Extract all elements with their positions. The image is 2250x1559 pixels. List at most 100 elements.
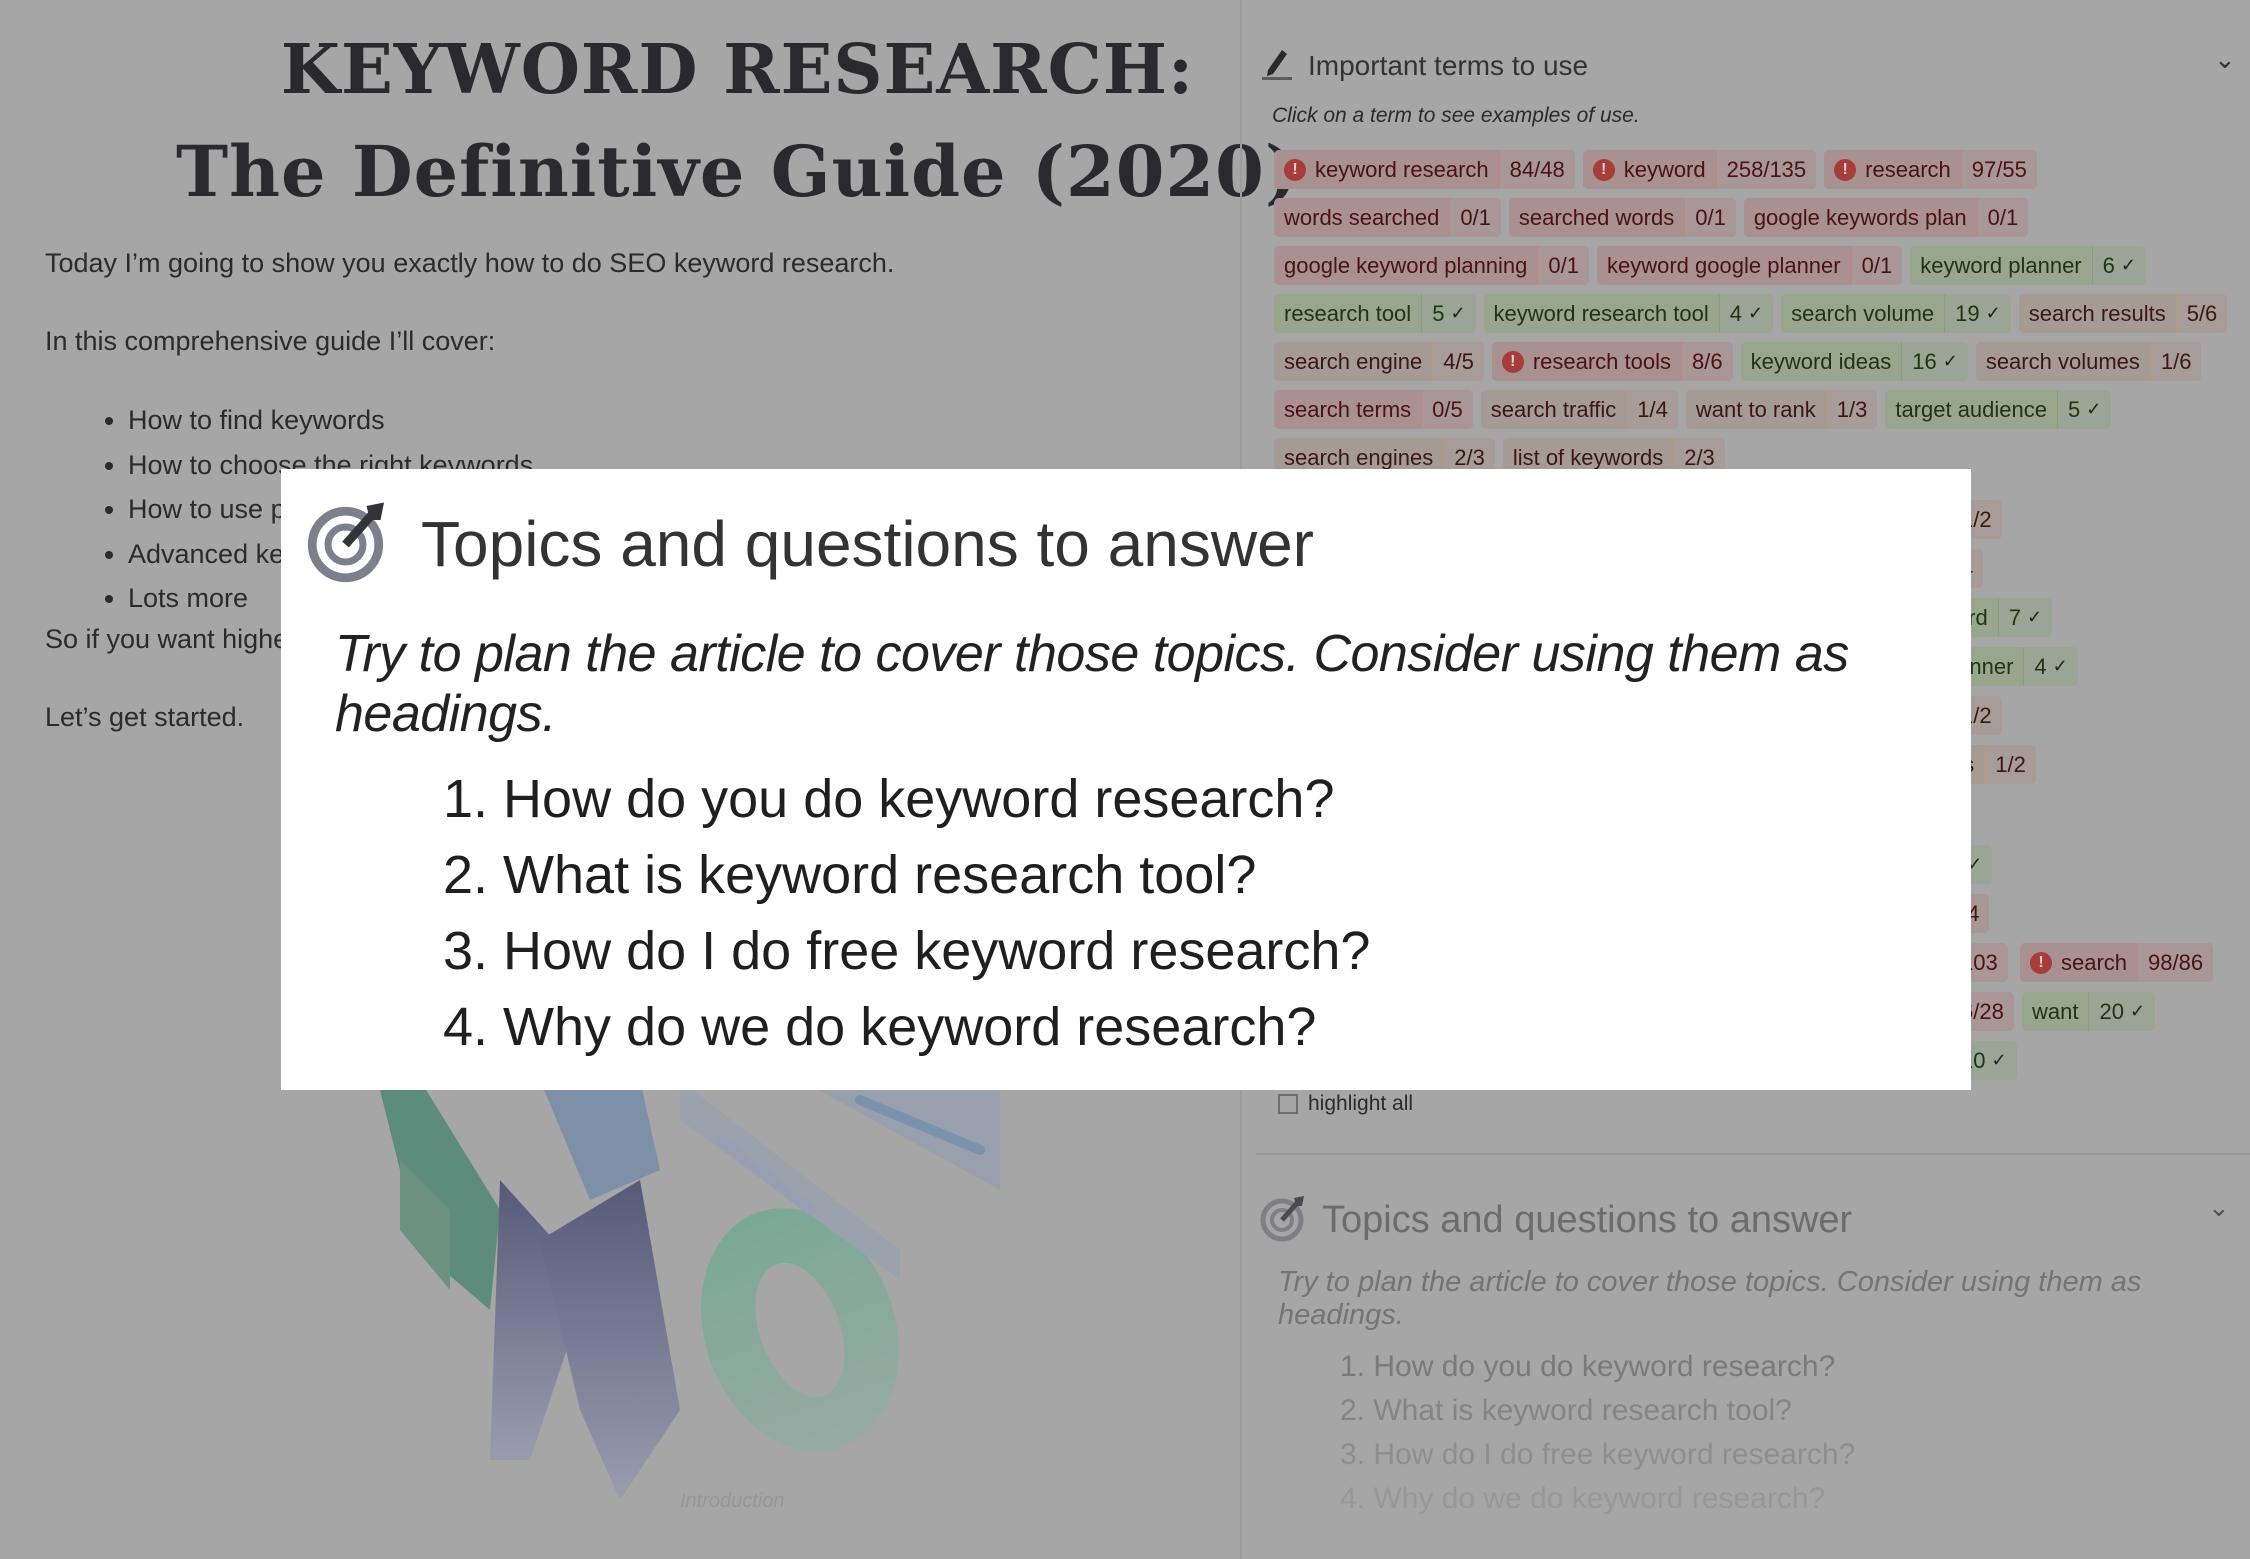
topics-section-header[interactable]: Topics and questions to answer — [1260, 1194, 1852, 1247]
chip-term-label: search traffic — [1490, 396, 1617, 422]
question-item[interactable]: 2. What is keyword research tool? — [1340, 1389, 1855, 1433]
popup-question-list: 1. How do you do keyword research? 2. Wh… — [443, 761, 1370, 1065]
chip-count: 0/5 — [1421, 390, 1473, 429]
chip-term: search volume — [1781, 294, 1944, 333]
term-chip[interactable]: ! keyword 258/135 — [1582, 150, 1817, 189]
chip-term: google keywords plan — [1744, 198, 1977, 237]
chip-term-label: google keyword planning — [1284, 252, 1528, 278]
chip-term-label: search results — [2028, 300, 2166, 326]
popup-subtitle: Try to plan the article to cover those t… — [335, 625, 1849, 743]
image-caption: Introduction — [680, 1490, 785, 1512]
term-chip[interactable]: keyword google planner 0/1 — [1597, 246, 1903, 285]
question-item[interactable]: 1. How do you do keyword research? — [1340, 1345, 1855, 1389]
chip-count-label: 16 — [1912, 348, 1937, 374]
chip-count-label: 5/6 — [2186, 300, 2218, 326]
chip-term: search engine — [1274, 342, 1432, 381]
chevron-down-icon[interactable]: ⌄ — [2208, 1192, 2230, 1223]
chip-count: 0/1 — [1537, 246, 1589, 285]
term-chip[interactable]: words searched 0/1 — [1274, 198, 1501, 237]
chip-count-label: 1/3 — [1836, 396, 1868, 422]
chip-count-label: 2/3 — [1684, 444, 1715, 470]
checkbox-icon[interactable] — [1278, 1094, 1298, 1114]
term-chip[interactable]: search volume 19 ✓ — [1781, 294, 2011, 333]
term-chip[interactable]: google keywords plan 0/1 — [1743, 198, 2029, 237]
term-chip[interactable]: ! search 98/86 — [2020, 943, 2214, 982]
chip-term: searched words — [1509, 198, 1684, 237]
highlight-all-checkbox[interactable]: highlight all — [1278, 1092, 1413, 1116]
question-item[interactable]: 2. What is keyword research tool? — [443, 837, 1370, 913]
target-icon — [307, 499, 391, 588]
chip-count-label: 0/1 — [1861, 252, 1893, 278]
term-chip[interactable]: search results 5/6 — [2018, 294, 2228, 333]
chip-term: keyword google planner — [1597, 246, 1851, 285]
term-chip[interactable]: search volumes 1/6 — [1975, 342, 2202, 381]
chip-count: 4 ✓ — [2023, 647, 2078, 686]
check-icon: ✓ — [2129, 1001, 2146, 1021]
term-chip[interactable]: search terms 0/5 — [1274, 390, 1473, 429]
chip-count: 0/1 — [1976, 198, 2029, 237]
terms-chip-list: ! keyword research 84/48! keyword 258/135 ! re… — [1274, 150, 2234, 477]
chip-term-label: research — [1865, 156, 1951, 182]
chip-term-label: keyword — [1623, 156, 1706, 182]
check-icon: ✓ — [1942, 351, 1958, 371]
chip-term: words searched — [1274, 198, 1449, 237]
term-chip[interactable]: research tool 5 ✓ — [1274, 294, 1476, 333]
article-closing: Let’s get started. — [45, 702, 245, 732]
term-chip[interactable]: ! keyword research 84/48 — [1274, 150, 1575, 189]
chip-term: search traffic — [1481, 390, 1627, 429]
highlight-all-label: highlight all — [1308, 1092, 1414, 1115]
chip-term-label: keyword google planner — [1607, 252, 1841, 278]
chip-count: 19 ✓ — [1944, 294, 2011, 333]
term-chip[interactable]: searched words 0/1 — [1508, 198, 1736, 237]
term-chip[interactable]: search traffic 1/4 — [1480, 390, 1678, 429]
chip-term: want — [2022, 992, 2088, 1031]
chip-term-label: google keywords plan — [1753, 204, 1967, 230]
warning-icon: ! — [1592, 158, 1615, 181]
term-chip[interactable]: want 20 ✓ — [2022, 992, 2156, 1031]
chip-count-label: 258/135 — [1726, 156, 1807, 182]
chip-count: 1/2 — [1984, 745, 2036, 784]
chip-term: keyword planner — [1910, 246, 2091, 285]
chip-term: ! research — [1824, 150, 1961, 189]
chip-count: 0/1 — [1449, 198, 1501, 237]
term-chip[interactable]: ! research 97/55 — [1824, 150, 2037, 189]
chip-count: 84/48 — [1498, 150, 1575, 189]
popup-title: Topics and questions to answer — [421, 507, 1314, 580]
question-item[interactable]: 4. Why do we do keyword research? — [443, 989, 1370, 1065]
terms-section-header[interactable]: Important terms to use — [1260, 46, 1588, 85]
term-chip[interactable]: search engine 4/5 — [1274, 342, 1484, 381]
term-chip[interactable]: target audience 5 ✓ — [1885, 390, 2112, 429]
chip-term: ! research tools — [1492, 342, 1681, 381]
chip-term: search results — [2019, 294, 2176, 333]
chip-count-label: 5 — [2068, 396, 2081, 422]
term-chip[interactable]: keyword ideas 16 ✓ — [1740, 342, 1968, 381]
chip-term-label: research tools — [1532, 348, 1671, 374]
chip-count-label: 5 — [1432, 300, 1445, 326]
warning-icon: ! — [2030, 951, 2052, 974]
term-chip[interactable]: ! research tools 8/6 — [1491, 342, 1733, 381]
question-item[interactable]: 3. How do I do free keyword research? — [1340, 1433, 1855, 1477]
question-item[interactable]: 3. How do I do free keyword research? — [443, 913, 1370, 989]
chip-term: search volumes — [1976, 342, 2150, 381]
chip-count-label: 4 — [2034, 653, 2047, 679]
chip-count-label: 98/86 — [2148, 949, 2204, 975]
chip-term: research tool — [1274, 294, 1421, 333]
term-chip[interactable]: keyword research tool 4 ✓ — [1483, 294, 1774, 333]
article-so-line: So if you want highe — [45, 624, 289, 654]
chip-count: 0/1 — [1684, 198, 1736, 237]
illustration-shapes — [380, 1080, 1000, 1500]
term-chip[interactable]: keyword planner 6 ✓ — [1910, 246, 2146, 285]
article-lead: In this comprehensive guide I’ll cover: — [45, 326, 496, 356]
question-item[interactable]: 1. How do you do keyword research? — [443, 761, 1370, 837]
term-chip[interactable]: want to rank 1/3 — [1685, 390, 1878, 429]
chip-count-label: 0/1 — [1460, 204, 1491, 230]
chip-count-label: 84/48 — [1509, 156, 1565, 182]
chip-count: 5 ✓ — [1421, 294, 1476, 333]
chip-count: 0/1 — [1850, 246, 1903, 285]
chip-count-label: 0/1 — [1548, 252, 1579, 278]
term-chip[interactable]: google keyword planning 0/1 — [1274, 246, 1589, 285]
chip-count-label: 6 — [2102, 252, 2115, 278]
question-item[interactable]: 4. Why do we do keyword research? — [1340, 1477, 1855, 1521]
chip-count: 5/6 — [2175, 294, 2228, 333]
chevron-down-icon[interactable]: ⌄ — [2214, 44, 2236, 75]
